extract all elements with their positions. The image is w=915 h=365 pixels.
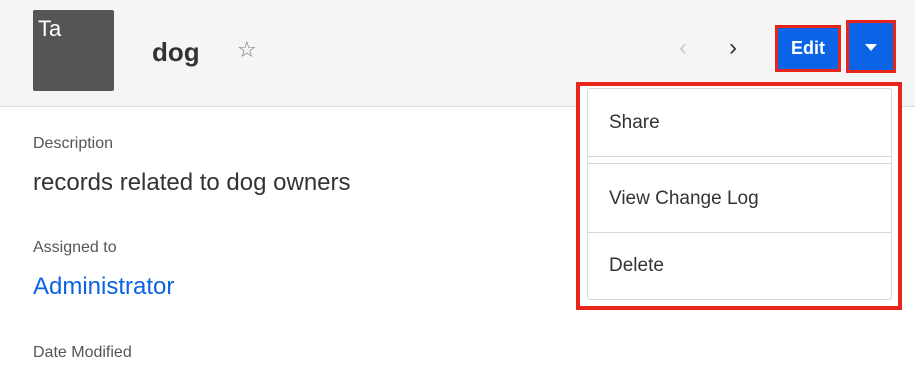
edit-button-label: Edit — [791, 38, 825, 58]
edit-button[interactable]: Edit — [775, 25, 841, 72]
record-title: dog — [152, 37, 200, 67]
description-label: Description — [33, 135, 114, 152]
avatar-initials: Ta — [38, 16, 62, 41]
previous-record-chevron-left-icon[interactable]: ‹ — [679, 36, 687, 60]
actions-menu: Share View Change Log Delete — [587, 88, 892, 300]
date-modified-label: Date Modified — [33, 344, 132, 361]
menu-divider — [588, 232, 891, 233]
record-avatar: Ta — [33, 10, 114, 91]
actions-dropdown-button[interactable] — [846, 20, 896, 73]
next-record-chevron-right-icon[interactable]: › — [729, 36, 737, 60]
menu-item-share[interactable]: Share — [588, 89, 891, 157]
menu-divider — [588, 156, 891, 157]
caret-down-icon — [865, 44, 877, 51]
menu-item-label: Delete — [609, 255, 664, 276]
description-value: records related to dog owners — [33, 169, 351, 196]
favorite-star-icon[interactable]: ☆ — [237, 39, 257, 61]
assigned-user-link[interactable]: Administrator — [33, 273, 174, 301]
menu-item-label: View Change Log — [609, 188, 759, 209]
menu-item-delete[interactable]: Delete — [588, 234, 891, 298]
assigned-to-label: Assigned to — [33, 239, 117, 256]
menu-item-label: Share — [609, 112, 660, 133]
menu-item-view-change-log[interactable]: View Change Log — [588, 164, 891, 234]
